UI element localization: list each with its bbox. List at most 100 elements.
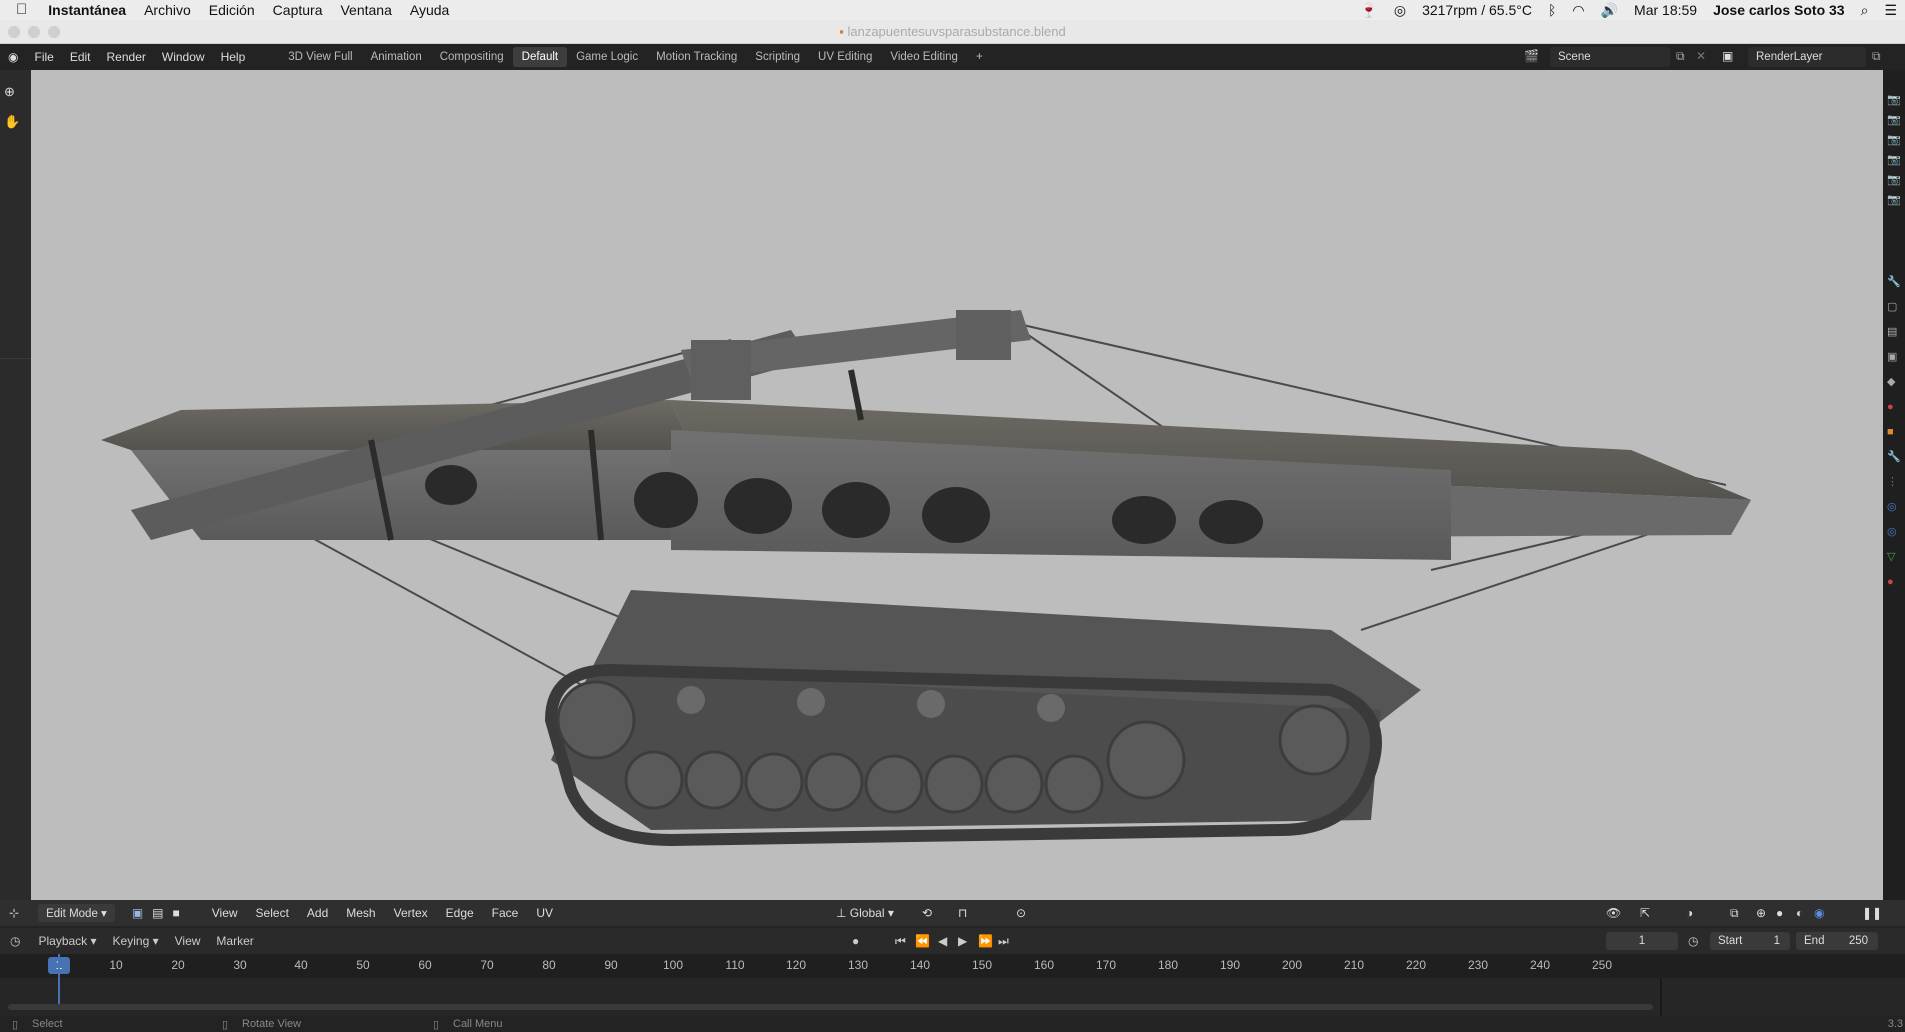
menu-edicion[interactable]: Edición — [200, 0, 264, 20]
view-layer-browse-icon[interactable]: ▣ — [1722, 49, 1733, 63]
pan-view-icon[interactable]: ✋ — [4, 114, 20, 130]
timeline-ruler[interactable]: 1 10 20 30 40 50 60 70 80 90 100 110 120… — [0, 954, 1905, 978]
wifi-icon[interactable]: ◠ — [1564, 0, 1592, 20]
vertex-select-icon[interactable]: ▣ — [123, 906, 152, 920]
fan-status[interactable]: 3217rpm / 65.5°C — [1414, 0, 1540, 20]
play-icon[interactable]: ▶ — [958, 934, 967, 948]
particles-props-icon[interactable]: ⋮ — [1887, 470, 1901, 495]
data-props-icon[interactable]: ▽ — [1887, 545, 1901, 570]
render-tab-icon[interactable]: 📷 — [1887, 90, 1901, 110]
wine-icon[interactable]: 🍷 — [1352, 0, 1385, 20]
cloud-icon[interactable]: ◎ — [1386, 0, 1414, 20]
new-scene-icon[interactable]: ⧉ — [1676, 49, 1685, 64]
end-frame-field[interactable]: End 250 — [1796, 932, 1878, 950]
app-menu[interactable]: Instantánea — [39, 0, 135, 20]
zoom-view-icon[interactable]: ⊕ — [4, 84, 15, 100]
solid-shading-icon[interactable]: ● — [1776, 906, 1783, 920]
scene-selector[interactable]: Scene — [1550, 47, 1670, 67]
blender-logo-icon[interactable]: ◉ — [0, 50, 26, 64]
world-props-icon[interactable]: ● — [1887, 395, 1901, 420]
timeline-scrollbar[interactable] — [8, 1004, 1653, 1010]
next-keyframe-icon[interactable]: ⏩ — [978, 934, 993, 948]
xray-icon[interactable]: ⧉ — [1730, 906, 1739, 921]
collection-tab-icon[interactable]: ▢ — [1887, 295, 1901, 320]
3d-viewport[interactable] — [31, 70, 1883, 900]
tab-3d-view-full[interactable]: 3D View Full — [279, 47, 361, 67]
scene-browse-icon[interactable]: 🎬 — [1524, 49, 1539, 63]
tab-compositing[interactable]: Compositing — [431, 47, 513, 67]
scene-tab-icon[interactable]: 📷 — [1887, 150, 1901, 170]
menu-file[interactable]: File — [26, 50, 61, 64]
user-name[interactable]: Jose carlos Soto 33 — [1705, 0, 1853, 20]
menu-archivo[interactable]: Archivo — [135, 0, 200, 20]
menu-ayuda[interactable]: Ayuda — [401, 0, 458, 20]
playback-menu[interactable]: Playback ▾ — [30, 934, 104, 948]
add-workspace-icon[interactable]: + — [967, 47, 992, 67]
playhead-line[interactable] — [58, 954, 60, 1006]
notification-list-icon[interactable]: ☰ — [1876, 0, 1905, 20]
record-keyframe-icon[interactable]: ● — [852, 934, 859, 948]
apple-menu-icon[interactable]:  — [0, 0, 39, 20]
proportional-editing-icon[interactable]: ⊙ — [1016, 906, 1026, 920]
minimize-window-button[interactable] — [28, 26, 40, 38]
material-shading-icon[interactable]: ◐ — [1796, 906, 1803, 920]
close-window-button[interactable] — [8, 26, 20, 38]
gizmo-icon[interactable]: ⇱ — [1640, 906, 1650, 920]
tab-animation[interactable]: Animation — [362, 47, 431, 67]
menu-ventana[interactable]: Ventana — [331, 0, 400, 20]
object-props-icon[interactable]: ■ — [1887, 420, 1901, 445]
menu-view[interactable]: View — [203, 906, 247, 920]
snap-icon[interactable]: ⊓ — [958, 906, 967, 920]
modifier-props-icon[interactable]: 🔧 — [1887, 445, 1901, 470]
start-frame-field[interactable]: Start 1 — [1710, 932, 1790, 950]
zoom-window-button[interactable] — [48, 26, 60, 38]
mode-selector[interactable]: Edit Mode ▾ — [38, 904, 115, 922]
tab-scripting[interactable]: Scripting — [746, 47, 809, 67]
delete-scene-icon[interactable]: ✕ — [1696, 49, 1706, 63]
tool-tab-icon[interactable]: 🔧 — [1887, 270, 1901, 295]
render-layer-selector[interactable]: RenderLayer — [1748, 47, 1866, 67]
use-preview-range-icon[interactable]: ◷ — [1688, 934, 1698, 948]
menu-window[interactable]: Window — [154, 50, 213, 64]
wireframe-shading-icon[interactable]: ⊕ — [1756, 906, 1766, 920]
tab-video-editing[interactable]: Video Editing — [881, 47, 967, 67]
menu-uv[interactable]: UV — [527, 906, 562, 920]
new-view-layer-icon[interactable]: ⧉ — [1872, 49, 1881, 64]
printer-tab-icon[interactable]: ▤ — [1887, 320, 1901, 345]
tab-uv-editing[interactable]: UV Editing — [809, 47, 881, 67]
menu-mesh[interactable]: Mesh — [337, 906, 384, 920]
play-reverse-icon[interactable]: ◀ — [938, 934, 947, 948]
output-tab-icon[interactable]: 📷 — [1887, 110, 1901, 130]
transform-orientation-selector[interactable]: ⊥ Global ▾ — [836, 906, 894, 920]
clock[interactable]: Mar 18:59 — [1626, 0, 1705, 20]
editor-type-icon[interactable]: ⊹ — [0, 906, 28, 920]
sidebar-toggle-icon[interactable]: ❚❚ — [1862, 906, 1882, 920]
tab-motion-tracking[interactable]: Motion Tracking — [647, 47, 746, 67]
constraints-props-icon[interactable]: ◎ — [1887, 520, 1901, 545]
menu-edge[interactable]: Edge — [437, 906, 483, 920]
timeline-editor-icon[interactable]: ◷ — [0, 934, 30, 948]
world-tab-icon[interactable]: 📷 — [1887, 170, 1901, 190]
timeline-body[interactable] — [0, 954, 1905, 1018]
search-icon[interactable]: ⌕ — [1853, 0, 1877, 20]
menu-edit[interactable]: Edit — [62, 50, 99, 64]
menu-help[interactable]: Help — [213, 50, 254, 64]
menu-select[interactable]: Select — [247, 906, 298, 920]
rendered-shading-icon[interactable]: ◉ — [1814, 906, 1824, 920]
current-frame-field[interactable]: 1 — [1606, 932, 1678, 950]
pivot-point-icon[interactable]: ⟲ — [922, 906, 932, 920]
volume-icon[interactable]: 🔊 — [1593, 0, 1626, 20]
menu-vertex[interactable]: Vertex — [385, 906, 437, 920]
scene-props-icon[interactable]: ◆ — [1887, 370, 1901, 395]
material-props-icon[interactable]: ● — [1887, 570, 1901, 595]
physics-props-icon[interactable]: ◎ — [1887, 495, 1901, 520]
edge-select-icon[interactable]: ▤ — [152, 906, 163, 920]
timeline-view-menu[interactable]: View — [167, 934, 209, 948]
menu-face[interactable]: Face — [483, 906, 528, 920]
menu-render[interactable]: Render — [99, 50, 154, 64]
menu-add[interactable]: Add — [298, 906, 337, 920]
tab-default[interactable]: Default — [512, 47, 568, 67]
face-select-icon[interactable]: ■ — [164, 906, 189, 920]
image-tab-icon[interactable]: ▣ — [1887, 345, 1901, 370]
marker-menu[interactable]: Marker — [208, 934, 261, 948]
